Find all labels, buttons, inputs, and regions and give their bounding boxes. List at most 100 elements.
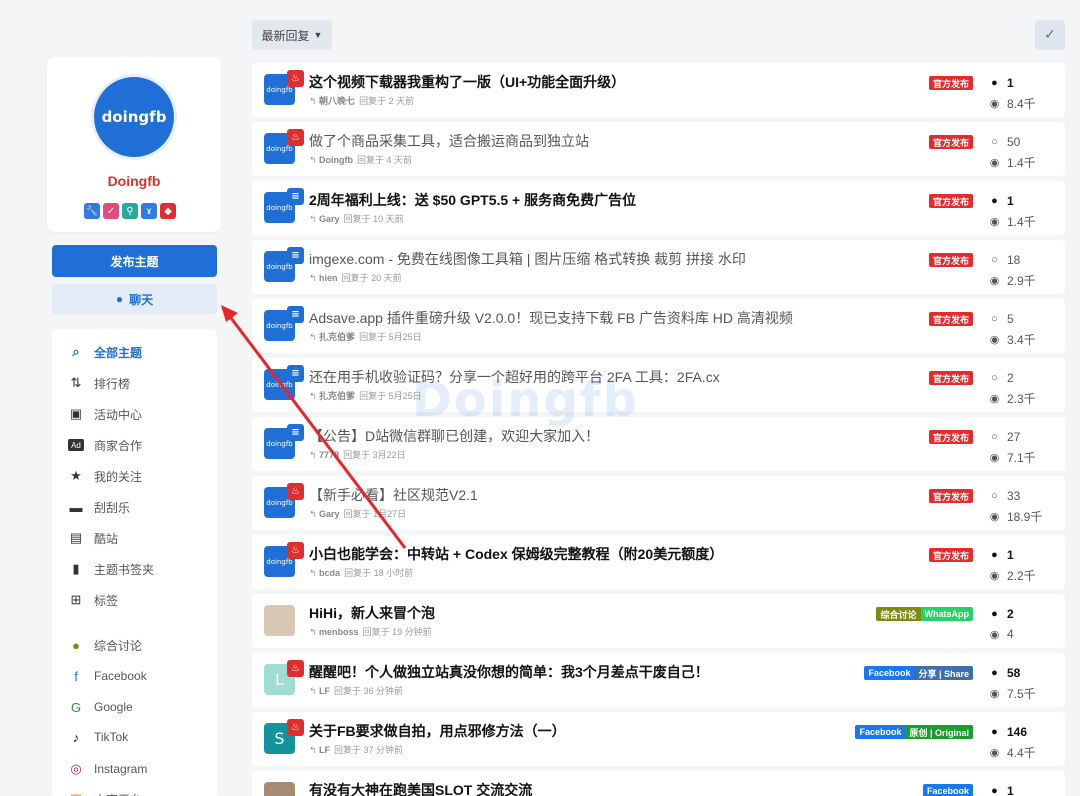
topic-title[interactable]: 小白也能学会：中转站 + Codex 保姆级完整教程（附20美元额度） xyxy=(309,544,723,564)
tag-label[interactable]: 官方发布 xyxy=(928,430,973,444)
topic-tags: 官方发布 xyxy=(928,371,973,385)
check-icon[interactable]: ✓ xyxy=(103,203,119,219)
sidebar-item-10[interactable]: ● 综合讨论 xyxy=(68,635,142,655)
topic-last-user[interactable]: 扎克伯爹 xyxy=(319,391,355,401)
window-icon: ▤ xyxy=(69,530,83,545)
topic-last-user[interactable]: LF xyxy=(319,745,330,755)
topic-title[interactable]: 做了个商品采集工具，适合搬运商品到独立站 xyxy=(309,131,589,151)
gem-icon[interactable]: ◆ xyxy=(160,203,176,219)
tag-label[interactable]: Facebook xyxy=(922,784,973,796)
reply-icon: ↰ xyxy=(309,391,320,401)
topic-row[interactable]: doingfb ≡ 【公告】D站微信群聊已创建，欢迎大家加入！ ↰ 7778 回复于 3… xyxy=(252,417,1065,471)
sidebar-item-7[interactable]: ▤ 酷站 xyxy=(68,528,118,548)
topic-last-user[interactable]: Doingfb xyxy=(319,155,353,165)
sidebar-item-14[interactable]: ◎ Instagram xyxy=(68,759,147,779)
topic-title[interactable]: 【公告】D站微信群聊已创建，欢迎大家加入！ xyxy=(309,426,599,446)
ticket-icon: ▬ xyxy=(69,499,83,515)
tag-label[interactable]: 综合讨论 xyxy=(876,607,921,621)
sidebar-item-9[interactable]: ⊞ 标签 xyxy=(68,590,118,610)
topic-title[interactable]: HiHi，新人来冒个泡 xyxy=(309,603,435,623)
tag-label[interactable]: 原创 | Original xyxy=(905,725,973,739)
topic-meta: ↰ LF 回复于 36 分钟前 xyxy=(309,684,403,697)
topic-last-user[interactable]: Gary xyxy=(319,214,340,224)
topic-title[interactable]: 2周年福利上线：送 $50 GPT5.5 + 服务商免费广告位 xyxy=(309,190,636,210)
topic-title[interactable]: Adsave.app 插件重磅升级 V2.0.0！现已支持下载 FB 广告资料库… xyxy=(309,308,793,328)
tag-label[interactable]: 官方发布 xyxy=(928,489,973,503)
topic-row[interactable]: doingfb ♨ 这个视频下载器我重构了一版（UI+功能全面升级） ↰ 朝八晚七 回复… xyxy=(252,63,1065,117)
topic-last-user[interactable]: bcda xyxy=(319,568,340,578)
topic-last-user[interactable]: 扎克伯爹 xyxy=(319,332,355,342)
tag-label[interactable]: 分享 | Share xyxy=(914,666,973,680)
topic-row[interactable]: doingfb ≡ 2周年福利上线：送 $50 GPT5.5 + 服务商免费广告位 ↰… xyxy=(252,181,1065,235)
topic-row[interactable]: HiHi，新人来冒个泡 ↰ menboss 回复于 19 分钟前 综合讨论 WhatsA… xyxy=(252,594,1065,648)
reply-count: ○ 2 xyxy=(988,368,1060,388)
sidebar-item-13[interactable]: ♪ TikTok xyxy=(68,727,128,747)
topic-title[interactable]: 有没有大神在跑美国SLOT 交流交流 xyxy=(309,780,532,796)
sidebar-item-15[interactable]: ▦ 内容平台 xyxy=(68,789,142,796)
topic-row[interactable]: L ♨ 醒醒吧！个人做独立站真没你想的简单：我3个月差点干废自己！ ↰ LF 回复于 3… xyxy=(252,653,1065,707)
sidebar-item-8[interactable]: ▮ 主题书签夹 xyxy=(68,559,154,579)
topic-last-user[interactable]: LF xyxy=(319,686,330,696)
sidebar-item-11[interactable]: f Facebook xyxy=(68,666,147,686)
reply-count: ○ 27 xyxy=(988,427,1060,447)
reply-icon: ↰ xyxy=(309,450,320,460)
topic-row[interactable]: 有没有大神在跑美国SLOT 交流交流 Facebook ● 1 xyxy=(252,771,1065,796)
tag-label[interactable]: 官方发布 xyxy=(928,76,973,90)
topic-time: 回复于 3月22日 xyxy=(343,450,406,460)
wrench-icon[interactable]: 🔧 xyxy=(84,203,100,219)
tag-label[interactable]: 官方发布 xyxy=(928,548,973,562)
tag-label[interactable]: 官方发布 xyxy=(928,312,973,326)
tag-label[interactable]: WhatsApp xyxy=(920,607,973,621)
platform-icon: ▦ xyxy=(68,791,84,796)
topic-flag-icon: ≡ xyxy=(287,365,304,382)
tag-label[interactable]: Facebook xyxy=(864,666,915,680)
topic-row[interactable]: S ♨ 关于FB要求做自拍，用点邪修方法（一） ↰ LF 回复于 37 分钟前 Faceb… xyxy=(252,712,1065,766)
topic-title[interactable]: 这个视频下载器我重构了一版（UI+功能全面升级） xyxy=(309,72,625,92)
mark-all-read-button[interactable]: ✓ xyxy=(1035,20,1065,50)
topic-title[interactable]: imgexe.com - 免费在线图像工具箱 | 图片压缩 格式转换 裁剪 拼接… xyxy=(309,249,746,269)
reply-icon: ↰ xyxy=(309,273,320,283)
topic-last-user[interactable]: hien xyxy=(319,273,338,283)
topic-row[interactable]: doingfb ≡ Adsave.app 插件重磅升级 V2.0.0！现已支持下载 … xyxy=(252,299,1065,353)
topic-last-user[interactable]: menboss xyxy=(319,627,359,637)
sidebar-item-6[interactable]: ▬ 刮刮乐 xyxy=(68,497,131,517)
topic-title[interactable]: 【新手必看】社区规范V2.1 xyxy=(309,485,478,505)
sort-dropdown[interactable]: 最新回复 ▼ xyxy=(252,20,332,50)
watermark: Doingfb xyxy=(412,372,640,428)
tag-label[interactable]: 官方发布 xyxy=(928,194,973,208)
avatar[interactable]: doingfb xyxy=(91,74,177,160)
topic-last-user[interactable]: 7778 xyxy=(319,450,339,460)
topic-title[interactable]: 醒醒吧！个人做独立站真没你想的简单：我3个月差点干废自己！ xyxy=(309,662,709,682)
tag-label[interactable]: 官方发布 xyxy=(928,135,973,149)
sidebar-item-2[interactable]: ⇅ 排行榜 xyxy=(68,373,130,393)
sidebar-item-12[interactable]: G Google xyxy=(68,697,133,717)
sidebar-item-3[interactable]: ▣ 活动中心 xyxy=(68,404,142,424)
post-topic-button[interactable]: 发布主题 xyxy=(52,245,217,277)
user-icon[interactable]: ⚲ xyxy=(122,203,138,219)
view-count-value: 7.5千 xyxy=(1007,686,1036,701)
topic-last-user[interactable]: 朝八晚七 xyxy=(319,96,355,106)
tag-label[interactable]: 官方发布 xyxy=(928,253,973,267)
topic-row[interactable]: doingfb ≡ 还在用手机收验证码？分享一个超好用的跨平台 2FA 工具：2FA… xyxy=(252,358,1065,412)
view-count: ◉ 2.9千 xyxy=(988,270,1060,290)
reply-icon: ↰ xyxy=(309,627,320,637)
sidebar-item-5[interactable]: ★ 我的关注 xyxy=(68,466,142,486)
tag-label[interactable]: 官方发布 xyxy=(928,371,973,385)
topic-avatar[interactable] xyxy=(264,605,295,636)
topic-row[interactable]: doingfb ♨ 做了个商品采集工具，适合搬运商品到独立站 ↰ Doingfb 回复于… xyxy=(252,122,1065,176)
sidebar-item-4[interactable]: Ad 商家合作 xyxy=(68,435,142,455)
topic-row[interactable]: doingfb ♨ 小白也能学会：中转站 + Codex 保姆级完整教程（附20美元… xyxy=(252,535,1065,589)
topic-title[interactable]: 关于FB要求做自拍，用点邪修方法（一） xyxy=(309,721,566,741)
topic-stats: ○ 33 ◉ 18.9千 xyxy=(988,486,1060,526)
profile-name[interactable]: Doingfb xyxy=(47,173,221,189)
topic-row[interactable]: doingfb ≡ imgexe.com - 免费在线图像工具箱 | 图片压缩 格式… xyxy=(252,240,1065,294)
sidebar-item-1[interactable]: ⌕ 全部主题 xyxy=(68,342,142,362)
chat-button[interactable]: ● 聊天 xyxy=(52,284,217,314)
avatar-text: doingfb xyxy=(101,108,167,126)
topic-avatar[interactable] xyxy=(264,782,295,796)
topic-last-user[interactable]: Gary xyxy=(319,509,340,519)
trophy-icon[interactable]: ɤ xyxy=(141,203,157,219)
tag-label[interactable]: Facebook xyxy=(855,725,906,739)
reply-count-value: 5 xyxy=(1007,312,1014,326)
topic-row[interactable]: doingfb ♨ 【新手必看】社区规范V2.1 ↰ Gary 回复于 1月27日 官方发… xyxy=(252,476,1065,530)
